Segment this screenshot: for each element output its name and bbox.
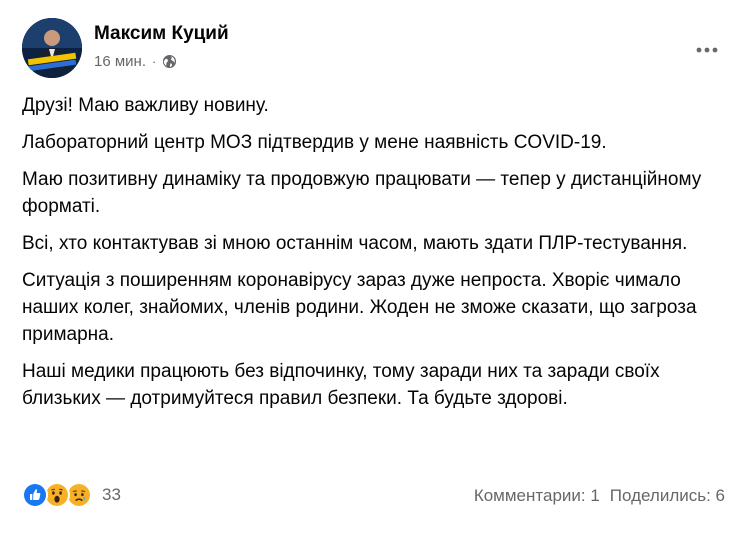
like-icon (22, 482, 48, 508)
post-paragraph: Всі, хто контактував зі мною останнім ча… (22, 233, 688, 254)
more-icon (696, 47, 718, 53)
reaction-count[interactable]: 33 (102, 485, 121, 505)
author-avatar[interactable] (22, 18, 82, 78)
post-paragraph: Маю позитивну динаміку та продовжую прац… (22, 169, 702, 217)
reactions-summary[interactable]: 33 (22, 482, 121, 508)
post-paragraph: Друзі! Маю важливу новину. (22, 95, 269, 116)
post-footer: 33 Комментарии: 1 Поделились: 6 (22, 482, 725, 512)
shares-count[interactable]: Поделились: 6 (610, 486, 725, 506)
post-stats: Комментарии: 1 Поделились: 6 (474, 486, 725, 506)
globe-icon[interactable] (162, 54, 177, 69)
post-timestamp[interactable]: 16 мин. (94, 53, 146, 70)
post-meta: 16 мин. · (94, 53, 177, 70)
post-paragraph: Ситуація з поширенням коронавірусу зараз… (22, 270, 697, 345)
author-name[interactable]: Максим Куций (94, 23, 229, 45)
post-paragraph: Наші медики працюють без відпочинку, том… (22, 361, 660, 409)
facebook-post: Максим Куций 16 мин. · Друзі! Маю важлив (0, 0, 741, 539)
comments-count[interactable]: Комментарии: 1 (474, 486, 600, 506)
meta-separator: · (152, 54, 157, 69)
post-paragraph: Лабораторний центр МОЗ підтвердив у мене… (22, 132, 607, 153)
post-body: Друзі! Маю важливу новину. Лабораторний … (22, 92, 727, 422)
more-options-button[interactable] (689, 32, 725, 68)
post-header: Максим Куций 16 мин. · (22, 18, 725, 80)
